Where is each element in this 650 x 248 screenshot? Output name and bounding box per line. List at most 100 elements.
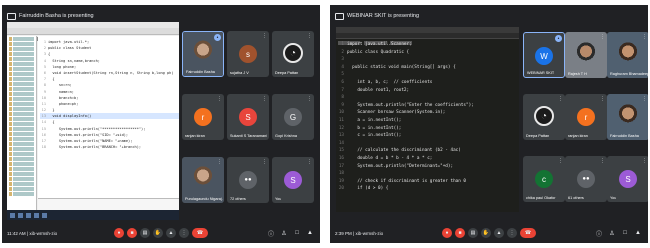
mic-muted-icon: ⋮ [600,34,605,40]
participant-name: 72 others [230,197,246,201]
line-number: 16 [338,155,344,161]
others-avatar: ●● [239,171,257,189]
code-editor: 1 import java.util.Scanner; 2 public class … [336,41,519,212]
participant-tile[interactable]: r ⋮ ranjan kiran [565,94,607,140]
line-number: 20 [338,186,344,192]
shared-screen[interactable]: 1 import java.util.Scanner; 2 public class … [336,27,519,212]
activities-icon[interactable]: ▲ [306,228,314,238]
participant-tile[interactable]: ●● ⋮ 61 others [565,156,607,202]
pin-icon[interactable]: • [555,35,562,42]
mic-off-icon[interactable]: ● [442,228,452,238]
line-number: 6 [341,79,344,85]
code-text: public static void main(String[] args) { [347,64,456,70]
participant-tile[interactable]: ◔ ⋮ Deepa Pattan [523,94,565,140]
avatar: s [239,45,257,63]
people-icon[interactable]: ♙ [608,228,616,238]
avatar: r [577,108,595,126]
mic-muted-icon: ⋮ [558,96,563,102]
code-line: 3 [338,56,519,64]
present-screen-icon [335,12,344,20]
raise-hand-icon[interactable]: ✋ [153,228,163,238]
participant-tile[interactable]: S ⋮ You [272,157,314,203]
participant-tile[interactable]: ●● ⋮ 72 others [227,157,269,203]
mic-muted-icon: ⋮ [262,96,267,102]
participant-name: You [275,197,282,201]
activities-icon[interactable]: ▲ [634,228,642,238]
obs-logo-icon: ◔ [283,43,303,63]
participant-name: Raghuram Bhamadeep [610,72,648,76]
meet-window-left: Fairruddin Basha is presenting 1 import j… [2,5,320,243]
code-text: // calculate the discriminant (b2 - 4ac) [347,148,461,154]
line-number: 5 [341,72,344,78]
pin-icon[interactable]: • [214,34,221,41]
line-number: 3 [341,57,344,63]
present-icon[interactable]: ▲ [166,228,176,238]
code-line: 10 Scanner bnrsaw Scanner(System.in); [338,109,519,117]
participant-name: Fairruddin Basha [186,70,215,74]
code-line: 18 System.out.println("BRANCH= "+branch)… [40,144,179,150]
participant-tile[interactable]: ⋮ Raghuram Bhamadeep [607,32,648,78]
participant-tile[interactable]: ◔ ⋮ Deepa Pattan [272,31,314,77]
leave-call-icon[interactable]: ☎ [520,228,536,238]
participant-name: Rajesh T H [568,72,587,76]
mic-muted-icon: ⋮ [600,96,605,102]
code-text: c = in.nextInt(); [347,133,402,139]
line-number: 13 [338,133,344,139]
mic-muted-icon: ⋮ [262,33,267,39]
code-text: public class Student [48,46,92,51]
code-text: System.out.println("Determinant="+d); [347,163,454,169]
camera-off-icon[interactable]: ■ [127,228,137,238]
participant-name: Deepa Pattan [275,71,299,75]
participant-tile[interactable]: S ⋮ Sukanti S Taranamani [227,94,269,140]
mic-muted-icon: ⋮ [307,96,312,102]
mic-muted-icon: ⋮ [558,158,563,164]
code-text: void insertStudent(String rn,String n, S… [48,70,174,75]
chat-icon[interactable]: □ [621,228,629,238]
shared-screen[interactable]: 1 import java.util.*; 2 public class Studen… [7,22,179,220]
mic-muted-icon: ⋮ [307,159,312,165]
participant-tile[interactable]: Fairruddin Basha • [182,31,224,77]
code-text: Scanner bnrsaw Scanner(System.in); [347,110,446,116]
people-icon[interactable]: ♙ [280,228,288,238]
participant-tile[interactable]: ⋮ Fairruddin Basha [607,94,648,140]
chat-icon[interactable]: □ [293,228,301,238]
console-panel [38,198,179,210]
code-text: import java.util.Scanner; [347,42,412,47]
info-icon[interactable]: ⓘ [267,228,275,238]
participant-tile[interactable]: s ⋮ sujatha J V [227,31,269,77]
raise-hand-icon[interactable]: ✋ [481,228,491,238]
captions-icon[interactable]: ▤ [140,228,150,238]
participant-tile[interactable]: ⋮ Purulagaundu Nigaraj... [182,157,224,203]
participant-tile[interactable]: ⋮ Rajesh T H [565,32,607,78]
more-options-icon[interactable]: ⋮ [179,228,189,238]
leave-call-icon[interactable]: ☎ [192,228,208,238]
presenter-banner-text: WEBINAR SKIT is presenting [347,13,420,19]
code-text: int a, b, c; // coefficients [347,79,433,85]
mic-muted-icon: ⋮ [262,159,267,165]
code-line: 5 [338,71,519,79]
line-number: 9 [341,102,344,108]
others-avatar: ●● [577,170,595,188]
code-text: if (d > 0) { [347,186,389,192]
code-line: 1 import java.util.Scanner; [338,41,519,49]
code-text: b = in.nextInt(); [347,125,402,131]
captions-icon[interactable]: ▤ [468,228,478,238]
code-text: // check if discriminant is greater than… [347,178,466,184]
avatar: G [284,108,302,126]
participant-tile[interactable]: c ⋮ chika paul Okafor [523,156,565,202]
code-line: 20 if (d > 0) { [338,185,519,193]
line-number: 17 [338,163,344,169]
present-icon[interactable]: ▲ [494,228,504,238]
meeting-time-code: 2:39 PM | xib-wrmsh-zio [335,230,384,236]
participant-tile[interactable]: S ⋮ You [607,156,648,202]
mic-muted-icon: ⋮ [600,158,605,164]
meet-window-right: WEBINAR SKIT is presenting 1 import java.… [330,5,648,243]
participant-tile[interactable]: r ⋮ ranjan kiran [182,94,224,140]
avatar: S [284,171,302,189]
participant-tile[interactable]: W WEBINAR SKIT • [523,32,565,78]
info-icon[interactable]: ⓘ [595,228,603,238]
mic-off-icon[interactable]: ● [114,228,124,238]
camera-off-icon[interactable]: ■ [455,228,465,238]
more-options-icon[interactable]: ⋮ [507,228,517,238]
participant-tile[interactable]: G ⋮ Gopi Krishna [272,94,314,140]
